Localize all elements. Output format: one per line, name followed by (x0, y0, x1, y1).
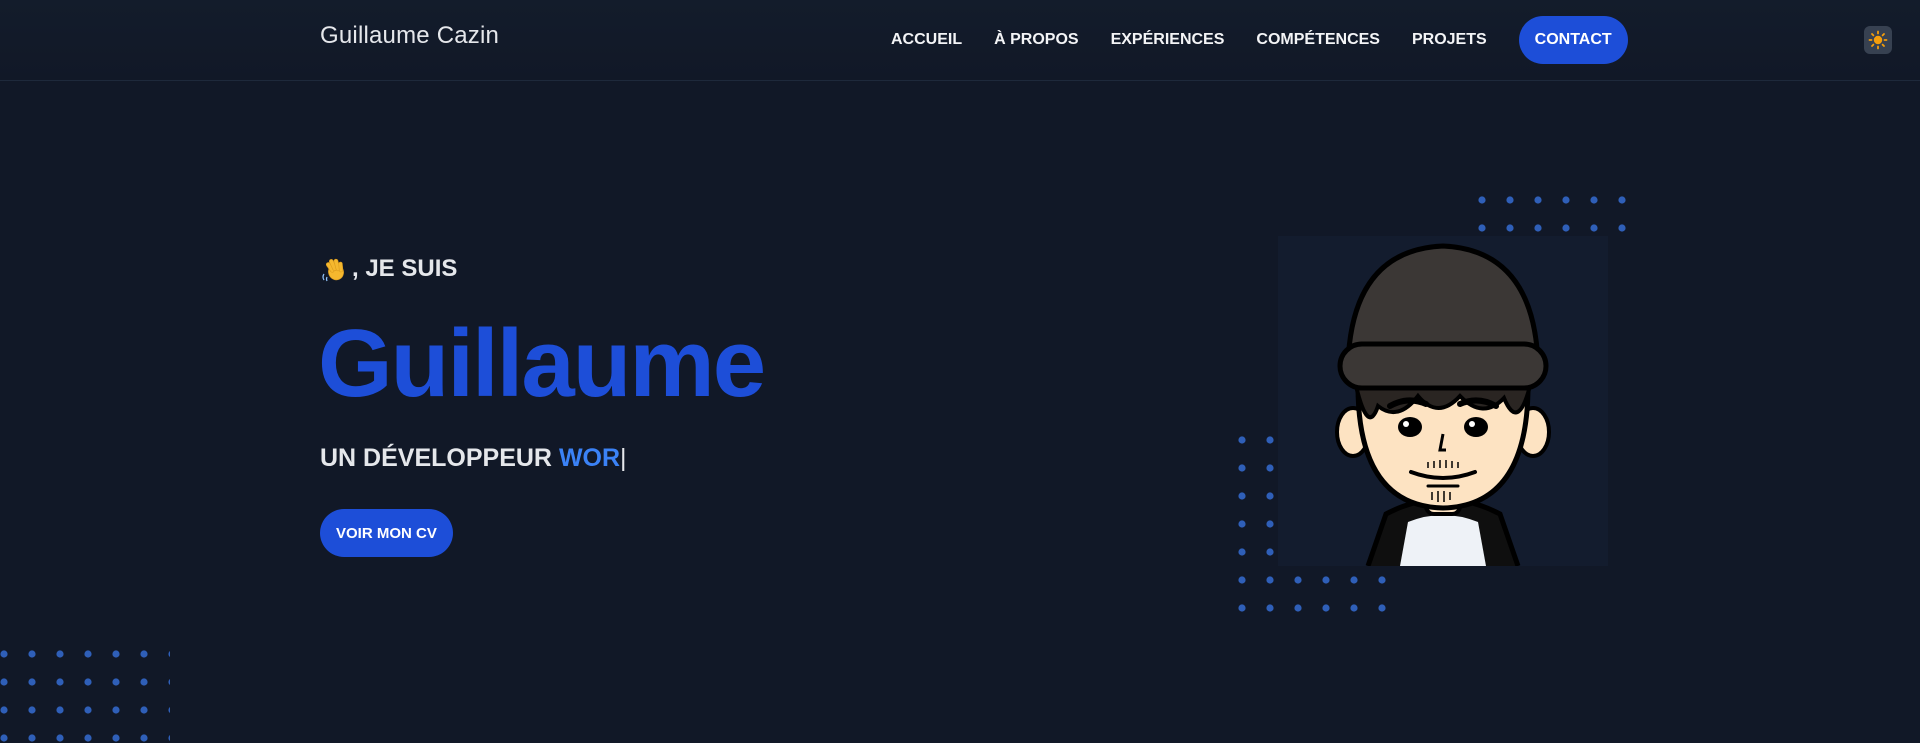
decorative-dot (28, 706, 36, 714)
decorative-dot (1238, 576, 1246, 584)
decorative-dot (1322, 576, 1330, 584)
decorative-dot (1266, 576, 1274, 584)
decorative-dot (112, 678, 120, 686)
decorative-dot (0, 650, 8, 658)
decorative-dot (0, 706, 8, 714)
greeting: , JE SUIS (320, 254, 457, 284)
decorative-dot (1618, 196, 1626, 204)
dot-grid-page-corner (0, 650, 170, 742)
top-navbar: Guillaume Cazin ACCUEIL À PROPOS EXPÉRIE… (0, 0, 1920, 81)
decorative-dot (1238, 520, 1246, 528)
decorative-dot (1266, 548, 1274, 556)
decorative-dot (1350, 576, 1358, 584)
decorative-dot (28, 678, 36, 686)
decorative-dot (0, 678, 8, 686)
cartoon-avatar-image (1278, 236, 1608, 566)
sun-icon (1868, 30, 1888, 50)
decorative-dot (1238, 548, 1246, 556)
decorative-dot (140, 706, 148, 714)
decorative-dot (1478, 224, 1486, 232)
decorative-dot (1534, 196, 1542, 204)
decorative-dot (112, 734, 120, 742)
decorative-dot (168, 679, 170, 685)
decorative-dot (1590, 196, 1598, 204)
decorative-dot (56, 734, 64, 742)
decorative-dot (56, 678, 64, 686)
decorative-dot (168, 707, 170, 713)
decorative-dot (1238, 436, 1246, 444)
decorative-dot (0, 734, 8, 742)
decorative-dot (1350, 604, 1358, 612)
decorative-dot (84, 678, 92, 686)
hero-subtitle: UN DÉVELOPPEUR WOR| (320, 444, 627, 473)
decorative-dot (1562, 224, 1570, 232)
decorative-dot (1266, 492, 1274, 500)
brand-name[interactable]: Guillaume Cazin (320, 22, 499, 50)
decorative-dot (1238, 464, 1246, 472)
decorative-dot (1266, 604, 1274, 612)
decorative-dot (140, 678, 148, 686)
decorative-dot (1618, 224, 1626, 232)
nav-item-experiences[interactable]: EXPÉRIENCES (1111, 31, 1225, 49)
portfolio-page: Guillaume Cazin ACCUEIL À PROPOS EXPÉRIE… (0, 0, 1920, 743)
decorative-dot (140, 650, 148, 658)
nav-item-competences[interactable]: COMPÉTENCES (1256, 31, 1380, 49)
decorative-dot (168, 735, 170, 741)
nav-item-a-propos[interactable]: À PROPOS (994, 31, 1078, 49)
decorative-dot (1294, 604, 1302, 612)
main-nav: ACCUEIL À PROPOS EXPÉRIENCES COMPÉTENCES… (891, 16, 1628, 64)
nav-item-projets[interactable]: PROJETS (1412, 31, 1487, 49)
decorative-dot (28, 650, 36, 658)
decorative-dot (112, 706, 120, 714)
contact-button[interactable]: CONTACT (1518, 16, 1628, 64)
decorative-dot (1238, 492, 1246, 500)
decorative-dot (1378, 604, 1386, 612)
decorative-dot (1294, 576, 1302, 584)
typed-text: WOR (558, 444, 621, 472)
decorative-dot (56, 650, 64, 658)
decorative-dot (1506, 224, 1514, 232)
view-cv-button[interactable]: VOIR MON CV (320, 509, 453, 557)
decorative-dot (1506, 196, 1514, 204)
theme-toggle-button[interactable] (1864, 26, 1892, 54)
decorative-dot (140, 734, 148, 742)
decorative-dot (1590, 224, 1598, 232)
decorative-dot (1378, 576, 1386, 584)
decorative-dot (112, 650, 120, 658)
decorative-dot (1322, 604, 1330, 612)
decorative-dot (1266, 520, 1274, 528)
decorative-dot (1534, 224, 1542, 232)
decorative-dot (56, 706, 64, 714)
decorative-dot (84, 650, 92, 658)
decorative-dot (84, 734, 92, 742)
decorative-dot (1266, 436, 1274, 444)
decorative-dot (1238, 604, 1246, 612)
decorative-dot (28, 734, 36, 742)
greeting-text: , JE SUIS (352, 255, 458, 282)
hero-name: Guillaume (318, 310, 766, 417)
typing-cursor: | (620, 444, 627, 472)
waving-hand-icon (322, 258, 344, 282)
decorative-dot (1478, 196, 1486, 204)
nav-item-accueil[interactable]: ACCUEIL (891, 31, 962, 49)
decorative-dot (1562, 196, 1570, 204)
decorative-dot (1266, 464, 1274, 472)
decorative-dot (168, 651, 170, 657)
decorative-dot (84, 706, 92, 714)
subtitle-prefix: UN DÉVELOPPEUR (320, 444, 559, 472)
